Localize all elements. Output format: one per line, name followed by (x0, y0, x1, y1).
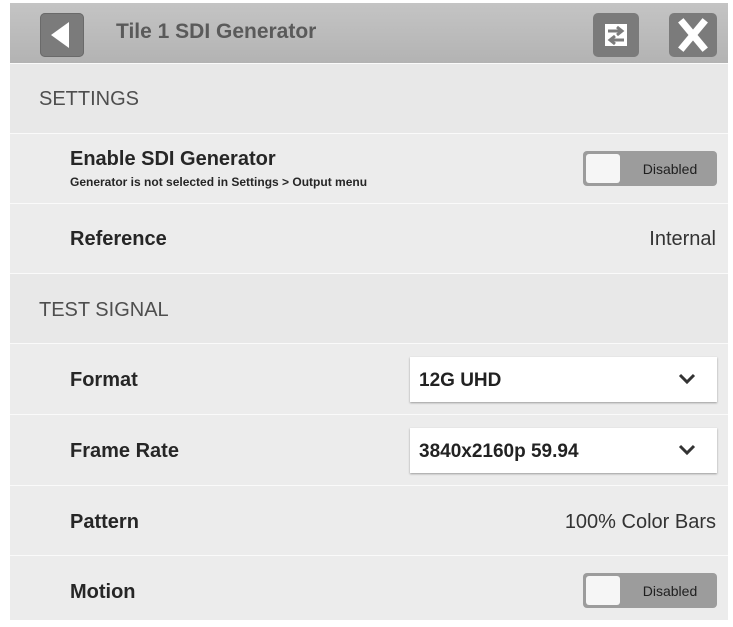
reference-value: Internal (649, 228, 716, 250)
title-bar: Tile 1 SDI Generator (10, 3, 728, 63)
close-button[interactable] (669, 13, 717, 57)
format-dropdown[interactable]: 12G UHD (410, 357, 717, 402)
swap-button[interactable] (593, 13, 639, 57)
enable-sdi-generator-row: Enable SDI Generator Generator is not se… (10, 133, 728, 204)
enable-sdi-generator-label: Enable SDI Generator (70, 148, 276, 170)
enable-sdi-generator-toggle[interactable]: Disabled (583, 151, 717, 186)
test-signal-section-header: TEST SIGNAL (10, 273, 728, 344)
motion-label: Motion (70, 581, 136, 603)
chevron-down-icon (678, 444, 696, 456)
close-x-icon (678, 18, 708, 52)
enable-sdi-generator-note: Generator is not selected in Settings > … (70, 175, 368, 189)
format-label: Format (70, 369, 138, 391)
toggle-knob (586, 154, 620, 183)
pattern-label: Pattern (70, 511, 139, 533)
back-arrow-icon (51, 22, 69, 48)
motion-toggle[interactable]: Disabled (583, 573, 717, 608)
format-selected-value: 12G UHD (419, 370, 502, 391)
reference-row[interactable]: Reference Internal (10, 203, 728, 274)
swap-arrows-icon (605, 24, 627, 46)
reference-label: Reference (70, 228, 167, 250)
generator-panel: Tile 1 SDI Generator SETTINGS Enable SDI… (10, 3, 728, 620)
toggle-knob (586, 576, 620, 605)
frame-rate-dropdown[interactable]: 3840x2160p 59.94 (410, 428, 717, 473)
frame-rate-label: Frame Rate (70, 440, 179, 462)
toggle-state-label: Disabled (642, 161, 698, 177)
window-title: Tile 1 SDI Generator (116, 20, 317, 43)
settings-section-header: SETTINGS (10, 63, 728, 134)
motion-row: Motion Disabled (10, 555, 728, 621)
toggle-state-label: Disabled (642, 583, 698, 599)
chevron-down-icon (678, 373, 696, 385)
format-row: Format 12G UHD (10, 343, 728, 415)
back-button[interactable] (40, 13, 84, 57)
settings-section-label: SETTINGS (39, 88, 140, 110)
pattern-value: 100% Color Bars (564, 511, 716, 533)
test-signal-section-label: TEST SIGNAL (39, 299, 169, 321)
pattern-row[interactable]: Pattern 100% Color Bars (10, 485, 728, 556)
frame-rate-selected-value: 3840x2160p 59.94 (419, 441, 579, 462)
frame-rate-row: Frame Rate 3840x2160p 59.94 (10, 414, 728, 486)
